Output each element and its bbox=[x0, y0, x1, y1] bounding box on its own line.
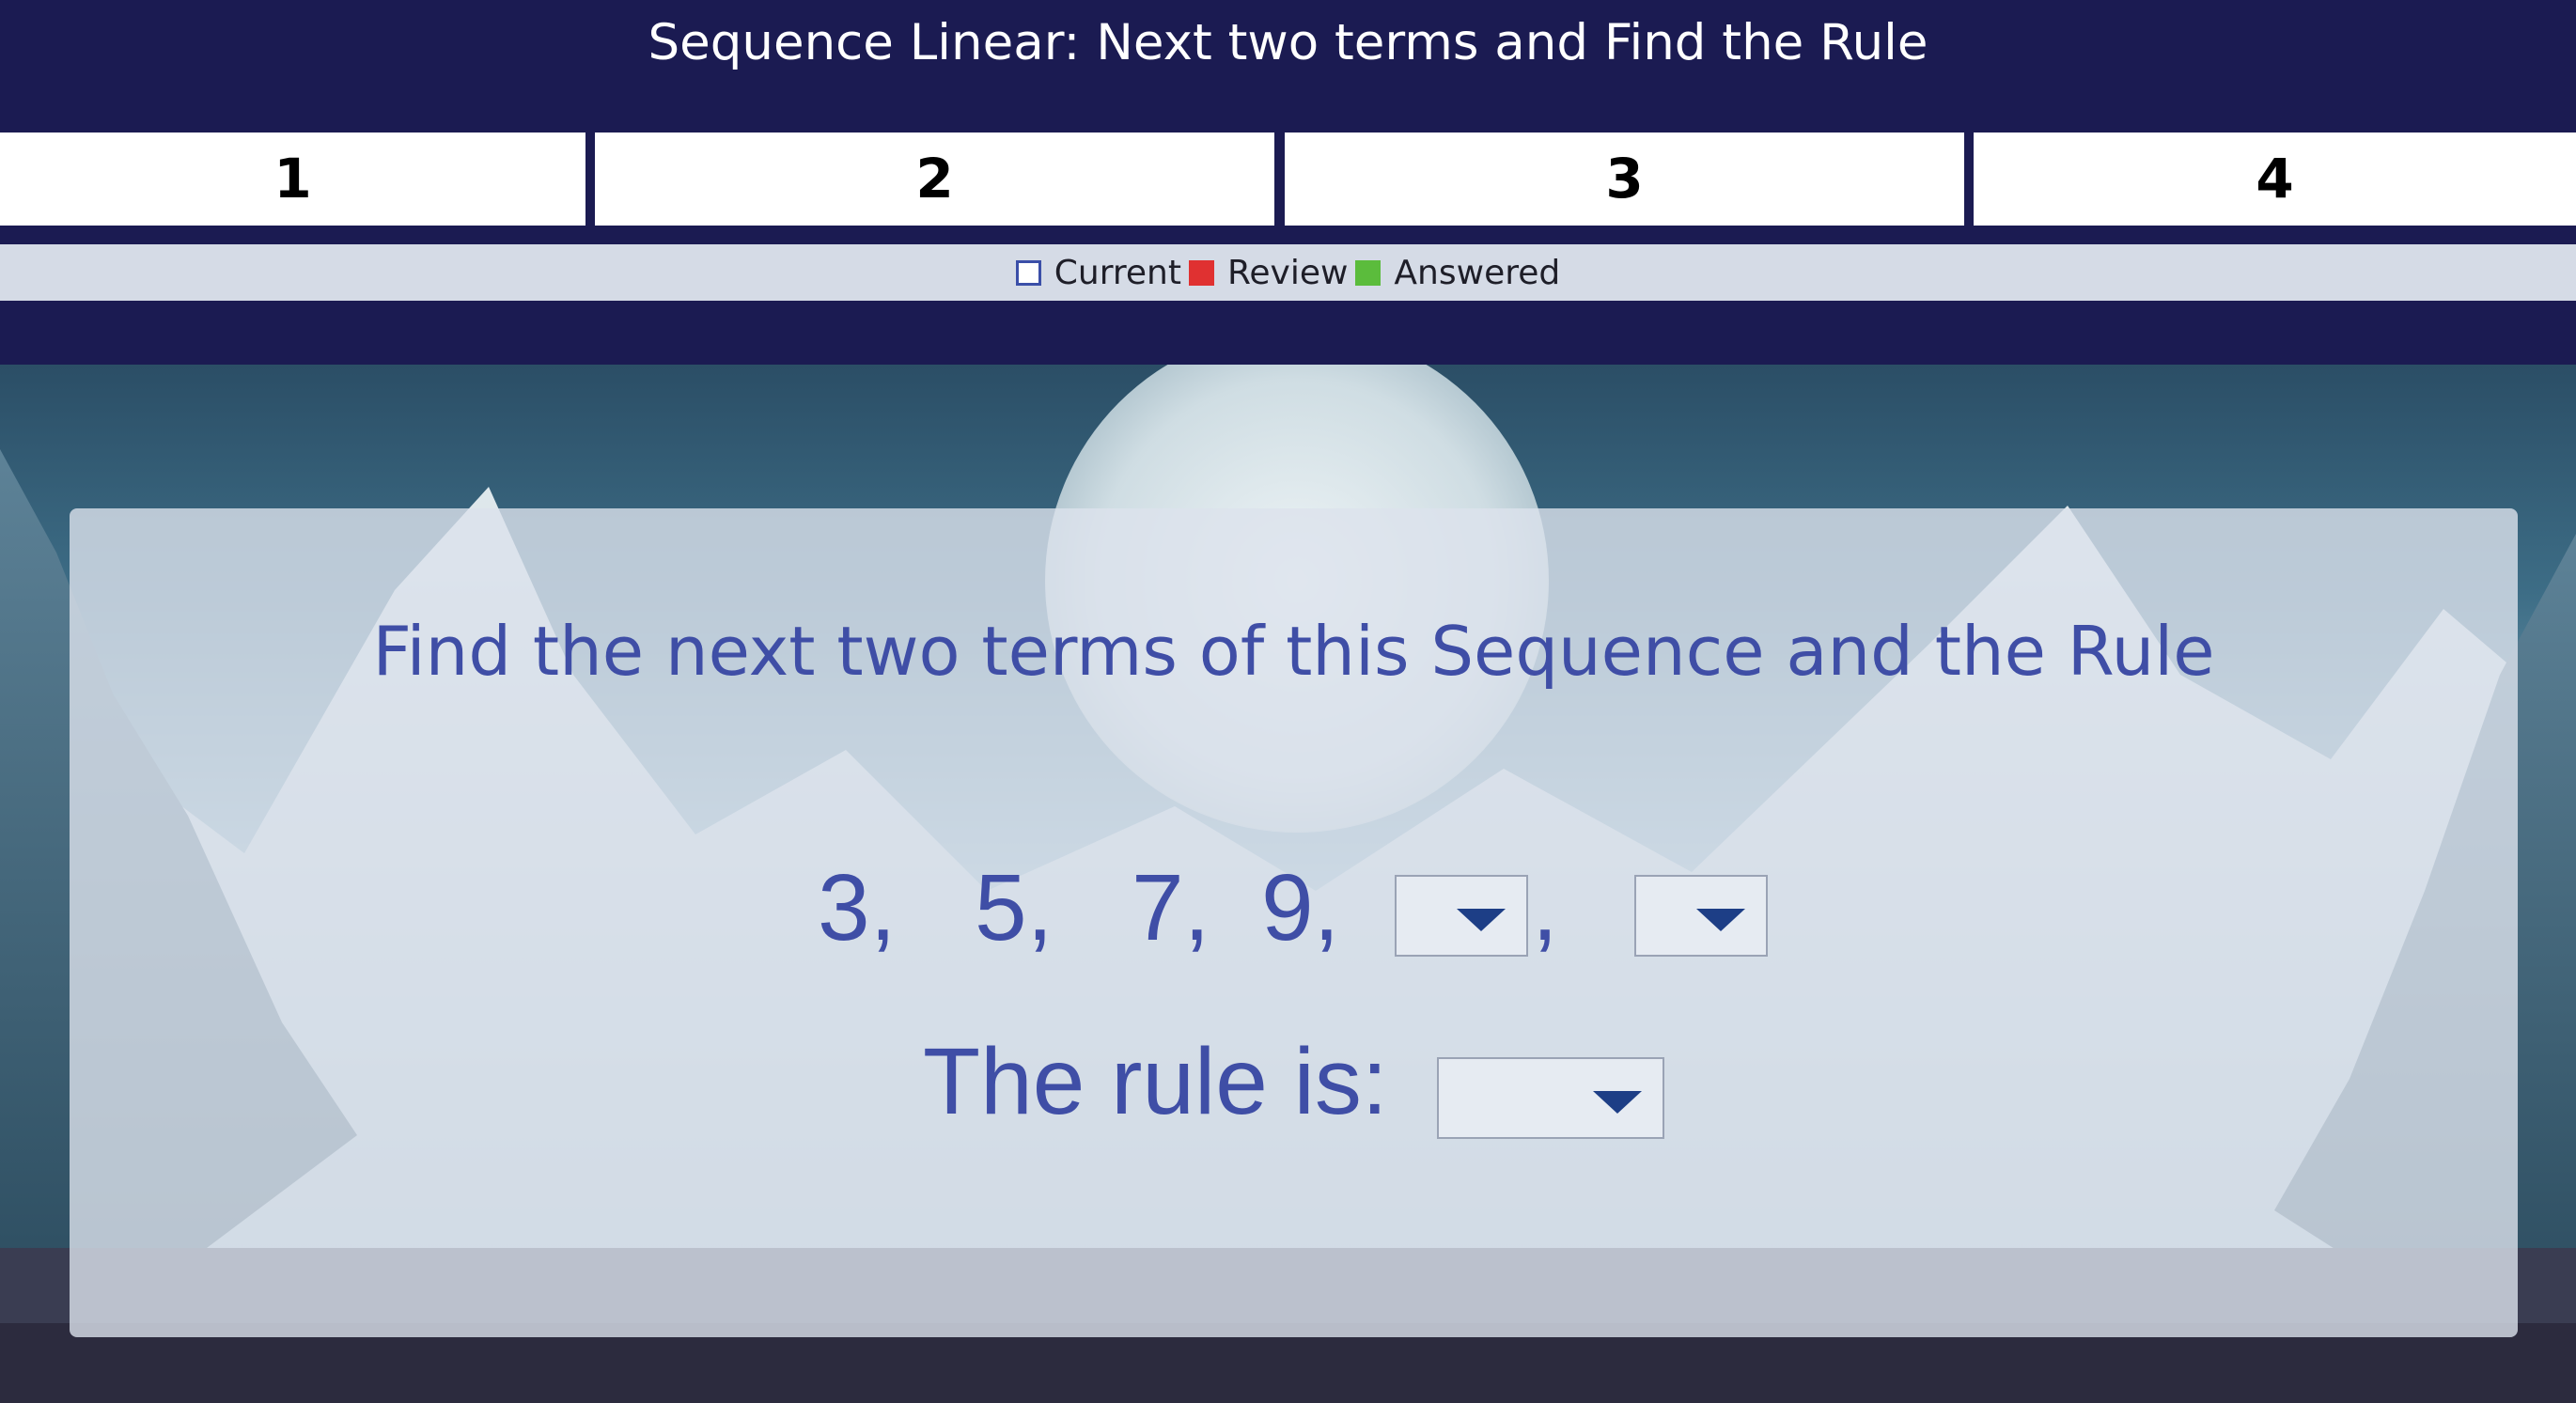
review-swatch-icon bbox=[1188, 259, 1214, 286]
legend-review-label: Review bbox=[1226, 253, 1349, 292]
tab-label: 1 bbox=[273, 147, 312, 210]
legend-review: Review bbox=[1188, 253, 1349, 292]
answered-swatch-icon bbox=[1355, 259, 1382, 286]
header-bar: Sequence Linear: Next two terms and Find… bbox=[0, 0, 2576, 133]
chevron-down-icon bbox=[1457, 908, 1506, 931]
current-swatch-icon bbox=[1015, 259, 1041, 286]
sequence-term: 7, bbox=[1132, 855, 1210, 960]
next-term-1-dropdown[interactable] bbox=[1395, 875, 1528, 957]
term-separator: , bbox=[1532, 855, 1558, 960]
tab-question-4[interactable]: 4 bbox=[1974, 133, 2576, 226]
rule-label: The rule is: bbox=[923, 1029, 1388, 1134]
tab-label: 2 bbox=[915, 147, 954, 210]
question-prompt: Find the next two terms of this Sequence… bbox=[372, 612, 2215, 691]
legend-answered: Answered bbox=[1355, 254, 1560, 292]
sequence-term: 3, bbox=[818, 855, 897, 960]
tab-question-1[interactable]: 1 bbox=[0, 133, 585, 226]
legend-current: Current bbox=[1015, 253, 1181, 292]
chevron-down-icon bbox=[1593, 1090, 1642, 1114]
sequence-term: 5, bbox=[975, 855, 1054, 960]
tab-question-3[interactable]: 3 bbox=[1285, 133, 1964, 226]
sequence-row: 3, 5, 7, 9, , bbox=[70, 856, 2518, 959]
page-title: Sequence Linear: Next two terms and Find… bbox=[648, 14, 1928, 71]
legend-answered-label: Answered bbox=[1394, 253, 1561, 292]
tab-question-2[interactable]: 2 bbox=[595, 133, 1274, 226]
tab-label: 4 bbox=[2256, 147, 2294, 210]
next-term-2-dropdown[interactable] bbox=[1634, 875, 1768, 957]
status-legend: Current Review Answered bbox=[0, 244, 2576, 301]
question-panel: Find the next two terms of this Sequence… bbox=[70, 508, 2518, 1337]
tab-label: 3 bbox=[1605, 147, 1644, 210]
chevron-down-icon bbox=[1696, 908, 1745, 931]
legend-current-label: Current bbox=[1054, 253, 1181, 292]
nav-spacer bbox=[0, 301, 2576, 365]
sequence-term: 9, bbox=[1261, 855, 1340, 960]
rule-dropdown[interactable] bbox=[1437, 1057, 1664, 1139]
